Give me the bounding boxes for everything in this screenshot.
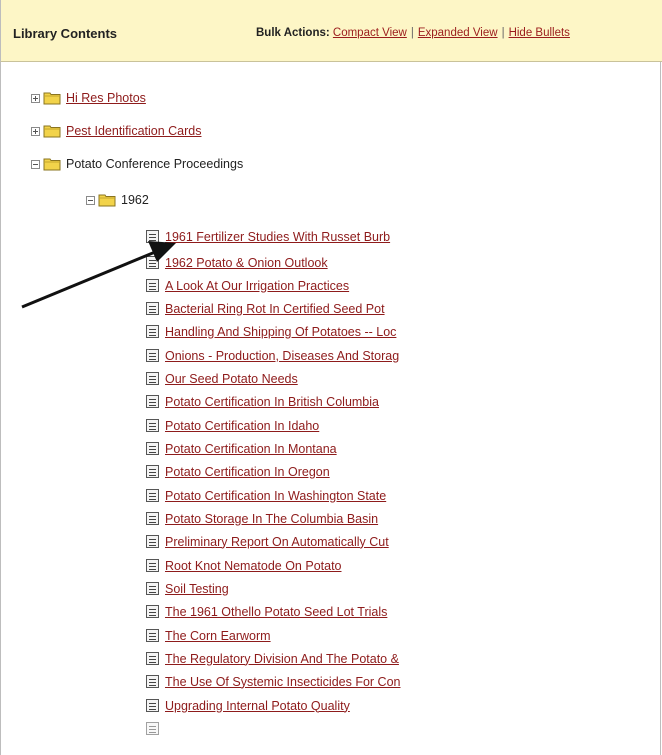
document-item: Upgrading Internal Potato Quality xyxy=(146,696,350,715)
document-icon xyxy=(146,489,159,502)
document-item: Preliminary Report On Automatically Cut xyxy=(146,532,389,551)
document-icon xyxy=(146,605,159,618)
document-item: A Look At Our Irrigation Practices xyxy=(146,276,349,295)
document-icon xyxy=(146,652,159,665)
document-link[interactable]: The 1961 Othello Potato Seed Lot Trials xyxy=(165,605,387,619)
folder-icon xyxy=(43,157,61,171)
tree-item-pest-cards: Pest Identification Cards xyxy=(31,121,202,141)
document-item: Bacterial Ring Rot In Certified Seed Pot xyxy=(146,299,385,318)
tree-item-1962: 1962 xyxy=(86,190,149,210)
document-item: Root Knot Nematode On Potato xyxy=(146,556,342,575)
document-item: Our Seed Potato Needs xyxy=(146,369,298,388)
tree-link-hi-res-photos[interactable]: Hi Res Photos xyxy=(66,91,146,105)
document-link[interactable]: Potato Storage In The Columbia Basin xyxy=(165,512,378,526)
document-link[interactable]: Potato Certification In Oregon xyxy=(165,465,330,479)
document-link[interactable]: The Regulatory Division And The Potato & xyxy=(165,652,399,666)
document-icon xyxy=(146,395,159,408)
document-link[interactable]: Our Seed Potato Needs xyxy=(165,372,298,386)
separator: | xyxy=(501,27,505,39)
document-icon xyxy=(146,629,159,642)
document-icon xyxy=(146,582,159,595)
document-item: Potato Certification In Idaho xyxy=(146,416,319,435)
document-link[interactable]: A Look At Our Irrigation Practices xyxy=(165,279,349,293)
document-icon xyxy=(146,325,159,338)
tree-link-pest-cards[interactable]: Pest Identification Cards xyxy=(66,124,202,138)
compact-view-link[interactable]: Compact View xyxy=(333,27,407,39)
document-item-partial xyxy=(146,719,165,738)
document-link[interactable]: Potato Certification In British Columbia xyxy=(165,395,379,409)
document-link[interactable]: Root Knot Nematode On Potato xyxy=(165,559,342,573)
document-item: Soil Testing xyxy=(146,579,229,598)
library-title: Library Contents xyxy=(13,26,118,41)
folder-icon xyxy=(43,124,61,138)
document-item: The 1961 Othello Potato Seed Lot Trials xyxy=(146,602,387,621)
expand-toggle-icon[interactable] xyxy=(31,126,40,136)
document-link[interactable]: The Corn Earworm xyxy=(165,629,271,643)
document-icon xyxy=(146,279,159,292)
tree-item-potato-conference: Potato Conference Proceedings xyxy=(31,154,243,174)
document-icon xyxy=(146,535,159,548)
document-item: Potato Storage In The Columbia Basin xyxy=(146,509,378,528)
document-link[interactable]: Potato Certification In Montana xyxy=(165,442,337,456)
expanded-view-link[interactable]: Expanded View xyxy=(418,27,498,39)
document-link[interactable]: Preliminary Report On Automatically Cut xyxy=(165,535,389,549)
document-icon xyxy=(146,256,159,269)
document-item: The Regulatory Division And The Potato & xyxy=(146,649,399,668)
document-item: Potato Certification In Montana xyxy=(146,439,337,458)
document-icon xyxy=(146,699,159,712)
document-item: 1962 Potato & Onion Outlook xyxy=(146,253,328,272)
document-item: Handling And Shipping Of Potatoes -- Loc xyxy=(146,322,396,341)
bulk-actions-label: Bulk Actions: xyxy=(256,27,330,39)
tree-label-potato-conference[interactable]: Potato Conference Proceedings xyxy=(66,157,243,171)
tree-label-1962[interactable]: 1962 xyxy=(121,193,149,207)
document-item: The Corn Earworm xyxy=(146,626,271,645)
separator: | xyxy=(410,27,414,39)
document-link[interactable]: The Use Of Systemic Insecticides For Con xyxy=(165,675,401,689)
bulk-actions: Bulk Actions: Compact View | Expanded View… xyxy=(256,27,570,39)
document-item: Potato Certification In Washington State xyxy=(146,486,386,505)
document-icon xyxy=(146,512,159,525)
collapse-toggle-icon[interactable] xyxy=(86,195,95,205)
document-icon xyxy=(146,302,159,315)
library-header: Library Contents Bulk Actions: Compact V… xyxy=(0,0,662,62)
document-link[interactable]: 1961 Fertilizer Studies With Russet Burb xyxy=(165,230,390,244)
hide-bullets-link[interactable]: Hide Bullets xyxy=(509,27,570,39)
document-icon xyxy=(146,675,159,688)
document-link[interactable]: 1962 Potato & Onion Outlook xyxy=(165,256,328,270)
document-link[interactable]: Potato Certification In Washington State xyxy=(165,489,386,503)
document-link[interactable]: Onions - Production, Diseases And Storag xyxy=(165,349,399,363)
folder-icon xyxy=(98,193,116,207)
document-item: Potato Certification In British Columbia xyxy=(146,392,379,411)
document-icon xyxy=(146,722,159,735)
document-icon xyxy=(146,372,159,385)
document-link[interactable]: Potato Certification In Idaho xyxy=(165,419,319,433)
folder-icon xyxy=(43,91,61,105)
document-icon xyxy=(146,230,159,243)
document-link[interactable]: Handling And Shipping Of Potatoes -- Loc xyxy=(165,325,396,339)
collapse-toggle-icon[interactable] xyxy=(31,159,40,169)
document-link[interactable]: Soil Testing xyxy=(165,582,229,596)
document-icon xyxy=(146,465,159,478)
expand-toggle-icon[interactable] xyxy=(31,93,40,103)
tree-item-hi-res-photos: Hi Res Photos xyxy=(31,88,146,108)
document-item: The Use Of Systemic Insecticides For Con xyxy=(146,672,401,691)
document-icon xyxy=(146,442,159,455)
document-link[interactable]: Bacterial Ring Rot In Certified Seed Pot xyxy=(165,302,385,316)
library-panel xyxy=(0,0,661,755)
document-item: 1961 Fertilizer Studies With Russet Burb xyxy=(146,227,390,246)
document-icon xyxy=(146,419,159,432)
document-icon xyxy=(146,559,159,572)
document-item: Onions - Production, Diseases And Storag xyxy=(146,346,399,365)
document-link[interactable]: Upgrading Internal Potato Quality xyxy=(165,699,350,713)
document-icon xyxy=(146,349,159,362)
document-item: Potato Certification In Oregon xyxy=(146,462,330,481)
